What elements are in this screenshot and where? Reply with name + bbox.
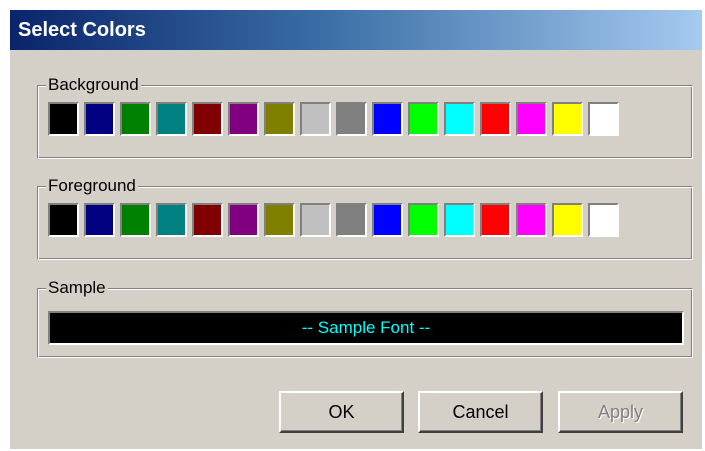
foreground-swatch-4[interactable] bbox=[156, 203, 187, 237]
background-swatch-4[interactable] bbox=[156, 102, 187, 136]
foreground-swatch-10[interactable] bbox=[372, 203, 403, 237]
background-swatch-9[interactable] bbox=[336, 102, 367, 136]
dialog-title: Select Colors bbox=[18, 19, 146, 41]
background-group: Background bbox=[37, 74, 693, 159]
background-swatch-6[interactable] bbox=[228, 102, 259, 136]
title-bar[interactable]: Select Colors bbox=[10, 10, 702, 50]
foreground-swatch-11[interactable] bbox=[408, 203, 439, 237]
foreground-swatch-6[interactable] bbox=[228, 203, 259, 237]
foreground-swatch-12[interactable] bbox=[444, 203, 475, 237]
background-swatch-12[interactable] bbox=[444, 102, 475, 136]
foreground-swatch-9[interactable] bbox=[336, 203, 367, 237]
foreground-group-label: Foreground bbox=[46, 175, 138, 197]
foreground-swatch-1[interactable] bbox=[48, 203, 79, 237]
background-swatch-7[interactable] bbox=[264, 102, 295, 136]
foreground-swatch-14[interactable] bbox=[516, 203, 547, 237]
sample-preview: -- Sample Font -- bbox=[48, 311, 684, 345]
background-swatches bbox=[48, 102, 619, 136]
foreground-swatches bbox=[48, 203, 619, 237]
background-swatch-14[interactable] bbox=[516, 102, 547, 136]
foreground-swatch-16[interactable] bbox=[588, 203, 619, 237]
background-swatch-15[interactable] bbox=[552, 102, 583, 136]
foreground-swatch-7[interactable] bbox=[264, 203, 295, 237]
select-colors-dialog: Select Colors Background Foreground Samp… bbox=[10, 10, 702, 449]
background-swatch-11[interactable] bbox=[408, 102, 439, 136]
background-swatch-16[interactable] bbox=[588, 102, 619, 136]
background-swatch-8[interactable] bbox=[300, 102, 331, 136]
apply-button[interactable]: Apply bbox=[558, 391, 683, 433]
foreground-swatch-3[interactable] bbox=[120, 203, 151, 237]
background-group-label: Background bbox=[46, 74, 141, 96]
foreground-group: Foreground bbox=[37, 175, 693, 260]
background-swatch-10[interactable] bbox=[372, 102, 403, 136]
foreground-swatch-13[interactable] bbox=[480, 203, 511, 237]
background-swatch-1[interactable] bbox=[48, 102, 79, 136]
foreground-swatch-15[interactable] bbox=[552, 203, 583, 237]
sample-group: Sample -- Sample Font -- bbox=[37, 277, 693, 358]
cancel-button[interactable]: Cancel bbox=[418, 391, 543, 433]
background-swatch-5[interactable] bbox=[192, 102, 223, 136]
foreground-swatch-8[interactable] bbox=[300, 203, 331, 237]
ok-button[interactable]: OK bbox=[279, 391, 404, 433]
foreground-swatch-5[interactable] bbox=[192, 203, 223, 237]
background-swatch-2[interactable] bbox=[84, 102, 115, 136]
sample-group-label: Sample bbox=[46, 277, 108, 299]
background-swatch-13[interactable] bbox=[480, 102, 511, 136]
foreground-swatch-2[interactable] bbox=[84, 203, 115, 237]
background-swatch-3[interactable] bbox=[120, 102, 151, 136]
